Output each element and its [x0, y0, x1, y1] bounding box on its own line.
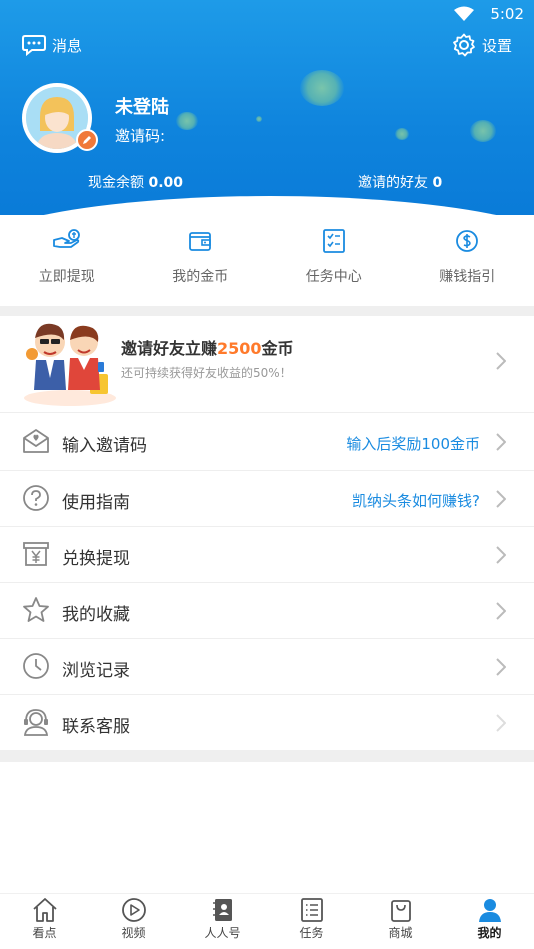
- menu-item-contact-support[interactable]: 联系客服: [0, 694, 534, 750]
- invited-friends[interactable]: 邀请的好友 0: [358, 172, 442, 192]
- question-circle-icon: [23, 485, 49, 511]
- yuan-box-icon: [23, 542, 49, 566]
- dollar-circle-icon: [456, 230, 479, 252]
- user-name[interactable]: 未登陆: [115, 93, 169, 119]
- invite-banner[interactable]: 邀请好友立赚2500金币 还可持续获得好友收益的50%！: [0, 316, 534, 412]
- clock-icon: [23, 653, 49, 679]
- menu-item-browsing-history[interactable]: 浏览记录: [0, 638, 534, 694]
- chevron-right-icon: [496, 658, 506, 676]
- profile-header: 5:02 消息 设置 未登陆 邀请码: 现金余额 0.00 邀请的好友 0: [0, 0, 534, 215]
- nav-tab-tasks[interactable]: 任务: [267, 894, 356, 949]
- status-bar: 5:02: [0, 0, 534, 30]
- quick-actions: 立即提现 我的金币 任务中心 赚钱指引: [0, 228, 534, 298]
- quick-my-coins[interactable]: 我的金币: [134, 228, 268, 298]
- nav-tab-mine[interactable]: 我的: [445, 894, 534, 949]
- play-circle-icon: [121, 898, 146, 922]
- home-icon: [32, 898, 57, 922]
- settings-button[interactable]: 设置: [452, 32, 512, 58]
- section-divider: [0, 306, 534, 316]
- menu-list: 输入邀请码 输入后奖励100金币 使用指南 凯纳头条如何赚钱? 兑换提现 我的收…: [0, 414, 534, 750]
- chevron-right-icon: [496, 433, 506, 451]
- pencil-icon: [83, 136, 91, 144]
- account-stats: 现金余额 0.00 邀请的好友 0: [0, 172, 534, 192]
- headset-agent-icon: [23, 709, 49, 736]
- cash-balance[interactable]: 现金余额 0.00: [88, 172, 183, 192]
- divider: [0, 412, 534, 413]
- chevron-right-icon: [496, 546, 506, 564]
- messages-button[interactable]: 消息: [22, 32, 82, 58]
- gear-icon: [453, 33, 475, 57]
- menu-item-enter-invite-code[interactable]: 输入邀请码 输入后奖励100金币: [0, 414, 534, 470]
- nav-tab-video[interactable]: 视频: [89, 894, 178, 949]
- chevron-right-icon: [496, 352, 506, 370]
- menu-item-my-favorites[interactable]: 我的收藏: [0, 582, 534, 638]
- quick-earning-guide[interactable]: 赚钱指引: [401, 228, 534, 298]
- invite-friends-illustration: [24, 323, 116, 406]
- menu-item-exchange-withdraw[interactable]: 兑换提现: [0, 526, 534, 582]
- nav-tab-kandian[interactable]: 看点: [0, 894, 89, 949]
- envelope-heart-icon: [23, 429, 49, 453]
- quick-task-center[interactable]: 任务中心: [267, 228, 401, 298]
- invite-code-label: 邀请码:: [115, 127, 166, 145]
- status-time: 5:02: [490, 5, 524, 23]
- edit-avatar-badge[interactable]: [76, 129, 98, 151]
- header-wave: [0, 196, 534, 215]
- avatar[interactable]: [22, 83, 98, 153]
- settings-label: 设置: [481, 36, 512, 55]
- quick-withdraw[interactable]: 立即提现: [0, 228, 134, 298]
- wallet-icon: [189, 232, 212, 251]
- bottom-nav: 看点 视频 人人号 任务 商城 我的: [0, 893, 534, 949]
- messages-label: 消息: [52, 36, 83, 55]
- nav-tab-renrenhao[interactable]: 人人号: [178, 894, 267, 949]
- star-icon: [23, 597, 49, 622]
- invite-banner-subtitle: 还可持续获得好友收益的50%！: [121, 366, 292, 380]
- chevron-right-icon: [496, 602, 506, 620]
- withdraw-hand-coin-icon: [52, 229, 80, 248]
- shopping-bag-icon: [390, 900, 411, 922]
- menu-item-usage-guide[interactable]: 使用指南 凯纳头条如何赚钱?: [0, 470, 534, 526]
- invite-banner-title: 邀请好友立赚2500金币: [121, 339, 294, 358]
- usage-guide-hint: 凯纳头条如何赚钱?: [352, 492, 480, 510]
- person-icon: [478, 899, 501, 922]
- wifi-icon: [454, 6, 474, 21]
- invite-code-hint: 输入后奖励100金币: [346, 435, 480, 453]
- task-checklist-icon: [322, 229, 345, 253]
- chat-bubble-icon: [22, 35, 46, 56]
- nav-tab-mall[interactable]: 商城: [356, 894, 445, 949]
- list-icon: [300, 898, 323, 922]
- chevron-right-icon: [496, 490, 506, 508]
- chevron-right-icon: [496, 714, 506, 732]
- section-divider: [0, 750, 534, 762]
- contacts-book-icon: [212, 899, 232, 921]
